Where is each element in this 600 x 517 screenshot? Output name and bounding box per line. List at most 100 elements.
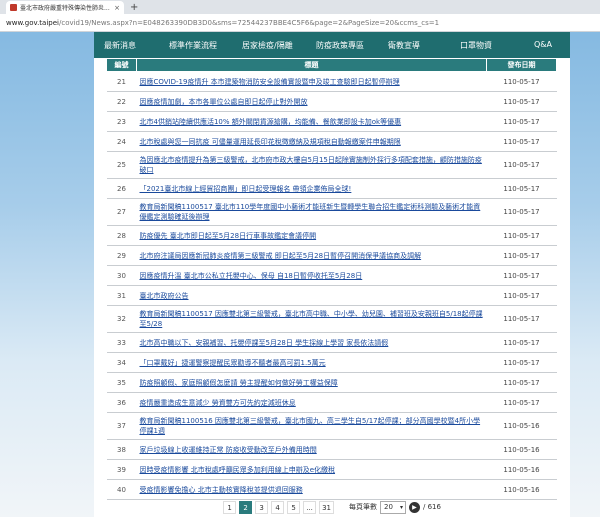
row-title-cell: 因應COVID-19疫情升 本市建築物消防安全設備實設暨申及竣工查驗即日起暫停辦…	[136, 71, 487, 92]
content-panel: 編號 標題 發布日期 21 因應COVID-19疫情升 本市建築物消防安全設備實設…	[94, 58, 570, 517]
row-title-cell: 防疫照顧假、家庭照顧假怎麼請 勞主提醒如何做好勞工權益保障	[136, 372, 487, 393]
header-title: 標題	[136, 58, 487, 72]
news-table: 編號 標題 發布日期 21 因應COVID-19疫情升 本市建築物消防安全設備實設…	[106, 58, 557, 500]
site-nav-bar: 最新消息 標準作業流程 居家檢疫/隔離 防疫政策專區 衛教宣導 口罩物資 Q&A	[94, 32, 570, 58]
row-date: 110-05-17	[486, 225, 557, 246]
row-title-cell: 臺北市政府公告	[136, 285, 487, 306]
row-date: 110-05-17	[486, 352, 557, 373]
row-date: 110-05-17	[486, 265, 557, 286]
row-number: 31	[106, 285, 137, 306]
table-row: 39 因時受疫情影響 北市稅處呼籲民眾多加利用線上申辦及e化繳稅 110-05-16	[106, 459, 557, 480]
row-title-cell: 因應疫情加劇，本市各單位公處自即日起停止對外開放	[136, 91, 487, 112]
table-row: 34 「口罩戴好」捷運警察提醒民眾勸導不聽者最高可罰1.5萬元 110-05-17	[106, 352, 557, 373]
total-count: / 616	[422, 503, 441, 511]
row-title-cell: 疫情嚴重造成生意減少 勞資雙方可先約定減班休息	[136, 392, 487, 413]
row-date: 110-05-17	[486, 71, 557, 92]
row-number: 28	[106, 225, 137, 246]
news-title-link[interactable]: 教育局新聞稿1100517 因應雙北第三級警戒，臺北市高中職、中小學、幼兒園、補…	[140, 310, 483, 328]
news-title-link[interactable]: 受疫情影響免擔心 北市主動核實降稅並提供退回服務	[140, 486, 303, 494]
row-number: 35	[106, 372, 137, 393]
tab-title: 臺北市政府嚴重特殊傳染性肺炎...	[20, 5, 110, 12]
news-table-wrapper: 編號 標題 發布日期 21 因應COVID-19疫情升 本市建築物消防安全設備實設…	[106, 58, 557, 500]
row-title-cell: 家戶垃圾線上收運維持正常 防疫收受動改至戶外備用時間	[136, 439, 487, 460]
news-title-link[interactable]: 「2021臺北市線上經貿招商團」即日起受理報名 帶領企業佈局全球!	[140, 185, 352, 193]
page-size-label: 每頁筆數	[348, 503, 377, 511]
page-link-4[interactable]: 4	[271, 500, 285, 514]
row-title-cell: 因應疫情升溫 臺北市公私立托嬰中心、保母 自18日暫停收托至5月28日	[136, 265, 487, 286]
nav-item-latest-news[interactable]: 最新消息	[104, 40, 136, 51]
new-tab-icon[interactable]: +	[130, 2, 138, 14]
news-title-link[interactable]: 疫情嚴重造成生意減少 勞資雙方可先約定減班休息	[140, 399, 296, 407]
row-number: 30	[106, 265, 137, 286]
table-row: 37 教育局新聞稿1100516 因應雙北第三級警戒，臺北市國九、高三學生自5/1…	[106, 412, 557, 440]
news-title-link[interactable]: 因應疫情升溫 臺北市公私立托嬰中心、保母 自18日暫停收托至5月28日	[140, 272, 363, 280]
table-row: 22 因應疫情加劇，本市各單位公處自即日起停止對外開放 110-05-17	[106, 91, 557, 112]
news-title-link[interactable]: 為因應北市疫情提升為第三級警戒，北市府市政大樓自5月15日起除實施制外採行多項配…	[140, 156, 482, 174]
page-link-2-current[interactable]: 2	[239, 500, 253, 514]
news-title-link[interactable]: 北市府注議局因應新冠肺炎疫情第三級警戒 即日起至5月28日暫停召開消保爭議協商及…	[140, 252, 422, 260]
row-title-cell: 「2021臺北市線上經貿招商團」即日起受理報名 帶領企業佈局全球!	[136, 178, 487, 199]
row-number: 33	[106, 332, 137, 353]
address-bar[interactable]: www.gov.taipei/covid19/News.aspx?n=E0482…	[0, 14, 600, 32]
row-title-cell: 北市4供銷站陸續供應活10% 額外關閉貨源搶購，均能備、餐飲業即設卡加ok等優惠	[136, 111, 487, 132]
url-host: www.gov.taipei	[6, 18, 59, 27]
news-title-link[interactable]: 教育局新聞稿1100516 因應雙北第三級警戒，臺北市國九、高三學生自5/17起…	[140, 417, 481, 435]
row-date: 110-05-17	[486, 151, 557, 179]
nav-item-health-education[interactable]: 衛教宣導	[388, 40, 420, 51]
row-number: 39	[106, 459, 137, 480]
page-size-select[interactable]: 20 ▾	[379, 500, 406, 514]
page-ellipsis: ...	[303, 500, 317, 514]
news-title-link[interactable]: 因應COVID-19疫情升 本市建築物消防安全設備實設暨申及竣工查驗即日起暫停辦…	[140, 78, 400, 86]
news-title-link[interactable]: 因時受疫情影響 北市稅處呼籲民眾多加利用線上申辦及e化繳稅	[140, 466, 336, 474]
nav-item-qa[interactable]: Q&A	[534, 40, 552, 49]
row-title-cell: 教育局新聞稿1100516 因應雙北第三級警戒，臺北市國九、高三學生自5/17起…	[136, 412, 487, 440]
table-row: 35 防疫照顧假、家庭照顧假怎麼請 勞主提醒如何做好勞工權益保障 110-05-17	[106, 372, 557, 393]
news-title-link[interactable]: 教育局新聞稿1100517 臺北市110學年度國中小藝術才能班新生暨轉學生聯合招…	[140, 203, 481, 221]
nav-item-policy[interactable]: 防疫政策專區	[316, 40, 364, 51]
page-link-5[interactable]: 5	[287, 500, 301, 514]
page-link-3[interactable]: 3	[255, 500, 269, 514]
row-date: 110-05-17	[486, 305, 557, 333]
row-title-cell: 北市稅處與您一同抗疫 可儘量運用延長印花稅徵繳納及規項稅自動報繳案件申報期限	[136, 131, 487, 152]
news-title-link[interactable]: 家戶垃圾線上收運維持正常 防疫收受動改至戶外備用時間	[140, 446, 317, 454]
news-title-link[interactable]: 防疫優先 臺北市即日起至5月28日行車事故鑑定會議停開	[140, 232, 317, 240]
go-arrow-icon[interactable]: ▶	[408, 501, 420, 513]
table-row: 24 北市稅處與您一同抗疫 可儘量運用延長印花稅徵繳納及規項稅自動報繳案件申報期限…	[106, 131, 557, 152]
page-link-last[interactable]: 31	[319, 500, 334, 514]
row-number: 34	[106, 352, 137, 373]
row-date: 110-05-16	[486, 459, 557, 480]
table-row: 29 北市府注議局因應新冠肺炎疫情第三級警戒 即日起至5月28日暫停召開消保爭議協…	[106, 245, 557, 266]
row-number: 27	[106, 198, 137, 226]
browser-tab[interactable]: 臺北市政府嚴重特殊傳染性肺炎... ×	[6, 1, 124, 14]
row-number: 22	[106, 91, 137, 112]
row-number: 25	[106, 151, 137, 179]
table-row: 31 臺北市政府公告 110-05-17	[106, 285, 557, 306]
news-title-link[interactable]: 臺北市政府公告	[140, 292, 189, 300]
row-date: 110-05-17	[486, 178, 557, 199]
row-title-cell: 因時受疫情影響 北市稅處呼籲民眾多加利用線上申辦及e化繳稅	[136, 459, 487, 480]
row-title-cell: 北市府注議局因應新冠肺炎疫情第三級警戒 即日起至5月28日暫停召開消保爭議協商及…	[136, 245, 487, 266]
row-number: 24	[106, 131, 137, 152]
news-title-link[interactable]: 北市稅處與您一同抗疫 可儘量運用延長印花稅徵繳納及規項稅自動報繳案件申報期限	[140, 138, 401, 146]
browser-tab-bar: 臺北市政府嚴重特殊傳染性肺炎... × +	[0, 0, 600, 14]
row-date: 110-05-17	[486, 392, 557, 413]
page-size-value: 20	[383, 502, 393, 511]
row-title-cell: 為因應北市疫情提升為第三級警戒，北市府市政大樓自5月15日起除實施制外採行多項配…	[136, 151, 487, 179]
news-title-link[interactable]: 防疫照顧假、家庭照顧假怎麼請 勞主提醒如何做好勞工權益保障	[140, 379, 338, 387]
nav-item-sop[interactable]: 標準作業流程	[169, 40, 217, 51]
row-number: 26	[106, 178, 137, 199]
url-text: www.gov.taipei/covid19/News.aspx?n=E0482…	[6, 19, 439, 27]
header-date: 發布日期	[486, 58, 557, 72]
page-link-1[interactable]: 1	[223, 500, 237, 514]
news-title-link[interactable]: 北市高中職以下、安親補習、托嬰停課至5月28日 學生採線上學習 家長依法請假	[140, 339, 389, 347]
news-title-link[interactable]: 北市4供銷站陸續供應活10% 額外關閉貨源搶購，均能備、餐飲業即設卡加ok等優惠	[140, 118, 402, 126]
row-date: 110-05-16	[486, 479, 557, 500]
nav-item-masks[interactable]: 口罩物資	[460, 40, 492, 51]
nav-item-quarantine[interactable]: 居家檢疫/隔離	[242, 40, 293, 51]
row-title-cell: 受疫情影響免擔心 北市主動核實降稅並提供退回服務	[136, 479, 487, 500]
row-number: 32	[106, 305, 137, 333]
news-title-link[interactable]: 因應疫情加劇，本市各單位公處自即日起停止對外開放	[140, 98, 308, 106]
news-title-link[interactable]: 「口罩戴好」捷運警察提醒民眾勸導不聽者最高可罰1.5萬元	[140, 359, 326, 367]
tab-close-icon[interactable]: ×	[114, 4, 120, 12]
row-number: 23	[106, 111, 137, 132]
